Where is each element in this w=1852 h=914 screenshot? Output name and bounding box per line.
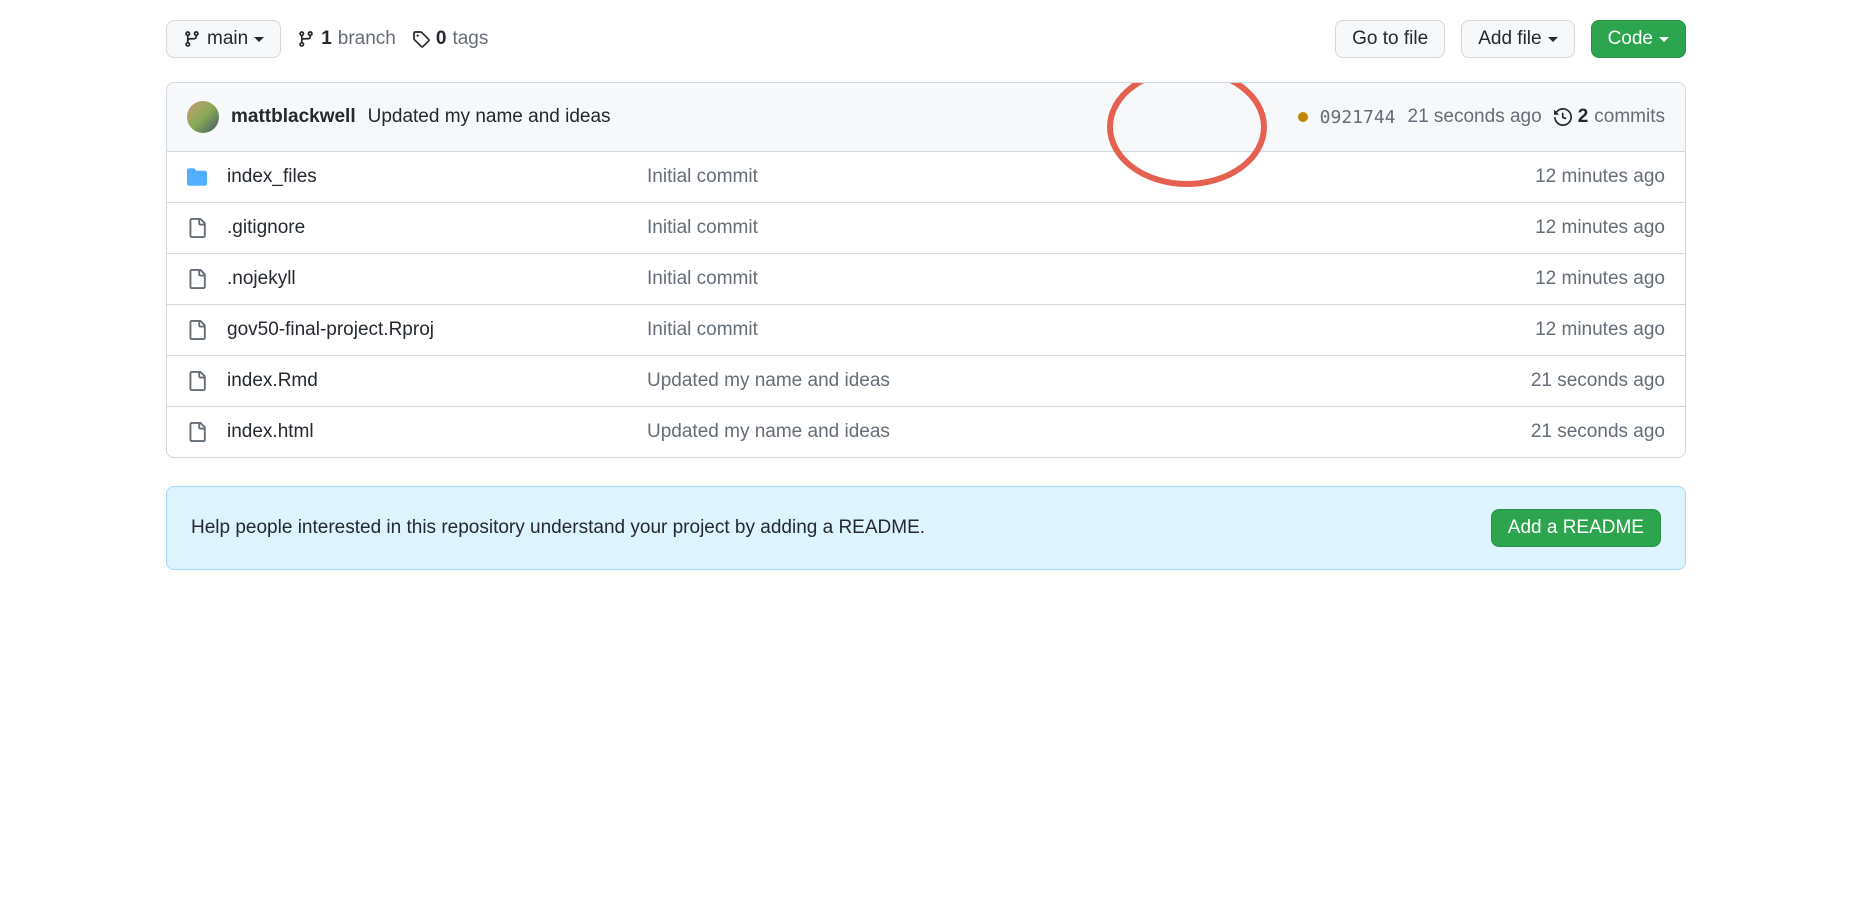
add-readme-button[interactable]: Add a README [1491,509,1661,547]
tag-count: 0 [436,28,447,50]
file-commit-message[interactable]: Initial commit [647,319,758,340]
folder-icon [187,167,207,187]
add-file-button[interactable]: Add file [1461,20,1574,58]
file-name-link[interactable]: index.Rmd [227,370,318,391]
status-pending-icon[interactable] [1298,112,1308,122]
caret-down-icon [1659,37,1669,42]
commit-count: 2 [1578,106,1589,128]
file-time: 21 seconds ago [1531,370,1665,392]
file-browser: mattblackwell Updated my name and ideas … [166,82,1686,458]
file-name-link[interactable]: .nojekyll [227,268,296,289]
git-branch-icon [297,30,315,48]
commits-link[interactable]: 2 commits [1554,106,1665,128]
file-commit-message[interactable]: Updated my name and ideas [647,370,890,391]
file-commit-message[interactable]: Updated my name and ideas [647,421,890,442]
file-row: index.html Updated my name and ideas 21 se… [167,407,1685,457]
file-time: 12 minutes ago [1535,166,1665,188]
history-icon [1554,108,1572,126]
file-time: 12 minutes ago [1535,268,1665,290]
file-time: 21 seconds ago [1531,421,1665,443]
caret-down-icon [254,37,264,42]
git-branch-icon [183,30,201,48]
commit-author[interactable]: mattblackwell [231,106,356,128]
branch-name: main [207,29,248,49]
branches-link[interactable]: 1 branch [297,28,396,50]
file-row: gov50-final-project.Rproj Initial commit 1… [167,305,1685,356]
go-to-file-button[interactable]: Go to file [1335,20,1445,58]
commit-sha[interactable]: 0921744 [1320,107,1396,128]
tags-link[interactable]: 0 tags [412,28,489,50]
branch-count: 1 [321,28,332,50]
caret-down-icon [1548,37,1558,42]
file-commit-message[interactable]: Initial commit [647,217,758,238]
file-icon [187,218,207,238]
file-icon [187,269,207,289]
file-name-link[interactable]: .gitignore [227,217,305,238]
commit-message[interactable]: Updated my name and ideas [368,106,611,128]
file-icon [187,320,207,340]
branch-label: branch [338,28,396,50]
file-row: index_files Initial commit 12 minutes ago [167,152,1685,203]
tag-icon [412,30,430,48]
readme-prompt-banner: Help people interested in this repositor… [166,486,1686,570]
avatar[interactable] [187,101,219,133]
branch-select-button[interactable]: main [166,20,281,58]
file-name-link[interactable]: index_files [227,166,317,187]
file-name-link[interactable]: gov50-final-project.Rproj [227,319,434,340]
file-commit-message[interactable]: Initial commit [647,166,758,187]
file-icon [187,422,207,442]
file-row: index.Rmd Updated my name and ideas 21 sec… [167,356,1685,407]
repo-toolbar: main 1 branch 0 tags Go to file Add file [166,20,1686,58]
readme-prompt-text: Help people interested in this repositor… [191,517,925,539]
file-time: 12 minutes ago [1535,319,1665,341]
file-commit-message[interactable]: Initial commit [647,268,758,289]
file-row: .nojekyll Initial commit 12 minutes ago [167,254,1685,305]
code-button[interactable]: Code [1591,20,1686,58]
commit-time[interactable]: 21 seconds ago [1408,106,1542,128]
latest-commit-row: mattblackwell Updated my name and ideas … [167,83,1685,152]
commit-count-label: commits [1594,106,1665,128]
file-row: .gitignore Initial commit 12 minutes ago [167,203,1685,254]
file-time: 12 minutes ago [1535,217,1665,239]
file-icon [187,371,207,391]
tag-label: tags [452,28,488,50]
file-name-link[interactable]: index.html [227,421,314,442]
